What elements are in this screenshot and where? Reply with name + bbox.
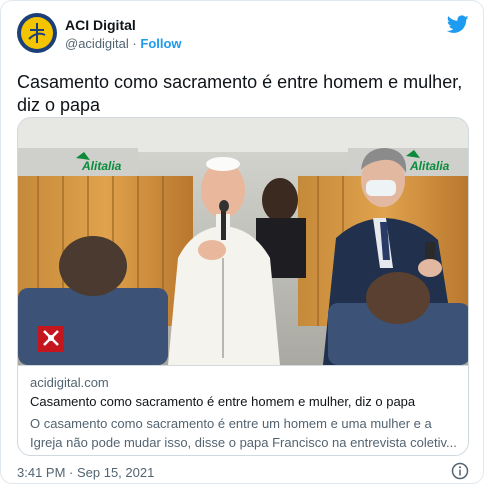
account-handle[interactable]: @acidigital: [65, 36, 129, 51]
card-image[interactable]: Alitalia Alitalia: [18, 118, 469, 365]
vatican-keys-icon: [38, 326, 64, 352]
card-domain: acidigital.com: [30, 375, 109, 390]
separator-dot: ·: [132, 36, 137, 51]
tweet-text: Casamento como sacramento é entre homem …: [17, 72, 463, 115]
account-handle-row: @acidigital · Follow: [65, 36, 182, 51]
account-name[interactable]: ACI Digital: [65, 17, 136, 33]
tweet-timestamp[interactable]: 3:41 PM · Sep 15, 2021: [17, 465, 154, 480]
twitter-bird-icon[interactable]: [447, 13, 469, 35]
svg-text:Alitalia: Alitalia: [81, 159, 122, 173]
info-icon[interactable]: [451, 462, 469, 480]
card-meta[interactable]: acidigital.com Casamento como sacramento…: [18, 365, 468, 455]
card-description: O casamento como sacramento é entre um h…: [30, 416, 457, 450]
card-title: Casamento como sacramento é entre homem …: [30, 394, 416, 409]
avatar[interactable]: [17, 13, 57, 53]
cross-logo-icon: [21, 17, 53, 49]
svg-text:Alitalia: Alitalia: [409, 159, 450, 173]
follow-button[interactable]: Follow: [140, 36, 181, 51]
tweet-embed: ACI Digital @acidigital · Follow Casamen…: [0, 0, 484, 484]
link-card[interactable]: Alitalia Alitalia acidigital.com Casamen…: [17, 117, 469, 456]
